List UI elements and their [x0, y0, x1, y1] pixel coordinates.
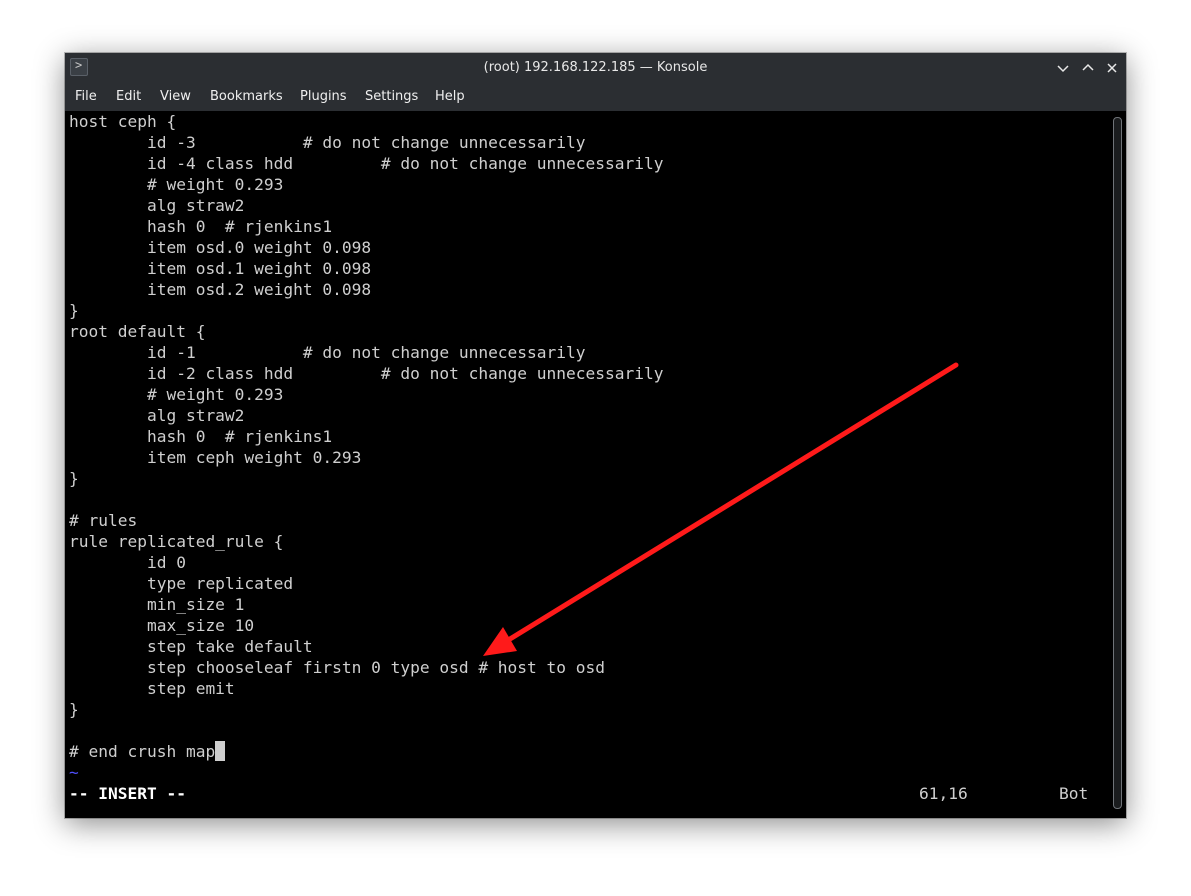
terminal-line: item osd.1 weight 0.098: [69, 259, 372, 278]
terminal-line: item ceph weight 0.293: [69, 448, 362, 467]
vim-mode-indicator: -- INSERT --: [69, 784, 186, 803]
menu-help[interactable]: Help: [435, 89, 465, 104]
terminal-line: # rules: [69, 511, 138, 530]
terminal-line-cursor: # end crush map: [69, 741, 226, 762]
terminal-area[interactable]: host ceph { id -3 # do not change unnece…: [65, 111, 1110, 818]
terminal-line: step take default: [69, 637, 313, 656]
menu-bar: File Edit View Bookmarks Plugins Setting…: [65, 83, 1126, 111]
scroll-position: Bot: [1059, 784, 1089, 803]
menu-edit[interactable]: Edit: [116, 89, 141, 104]
terminal-line: }: [69, 301, 79, 320]
terminal-line: alg straw2: [69, 406, 245, 425]
menu-bookmarks[interactable]: Bookmarks: [210, 89, 283, 104]
menu-file[interactable]: File: [75, 89, 97, 104]
terminal-line: step emit: [69, 679, 235, 698]
terminal-line: root default {: [69, 322, 206, 341]
menu-settings[interactable]: Settings: [365, 89, 418, 104]
konsole-window: > (root) 192.168.122.185 — Konsole File …: [65, 53, 1126, 818]
terminal-line: hash 0 # rjenkins1: [69, 217, 333, 236]
terminal-line: # weight 0.293: [69, 385, 284, 404]
terminal-line: id -2 class hdd # do not change unnecess…: [69, 364, 664, 383]
terminal-line: item osd.0 weight 0.098: [69, 238, 372, 257]
terminal-line: step chooseleaf firstn 0 type osd # host…: [69, 658, 606, 677]
terminal-line: # weight 0.293: [69, 175, 284, 194]
terminal-line: type replicated: [69, 574, 294, 593]
terminal-line: alg straw2: [69, 196, 245, 215]
terminal-line: max_size 10: [69, 616, 255, 635]
terminal-line: host ceph {: [69, 112, 177, 131]
maximize-button[interactable]: [1077, 57, 1099, 79]
terminal-line: id 0: [69, 553, 186, 572]
terminal-line: }: [69, 469, 79, 488]
scrollbar-thumb[interactable]: [1113, 117, 1122, 809]
close-button[interactable]: [1101, 57, 1123, 79]
chevron-up-icon: [1082, 63, 1094, 71]
minimize-button[interactable]: [1052, 57, 1074, 79]
title-bar[interactable]: > (root) 192.168.122.185 — Konsole: [65, 53, 1126, 83]
menu-view[interactable]: View: [160, 89, 191, 104]
terminal-line: item osd.2 weight 0.098: [69, 280, 372, 299]
terminal-line: }: [69, 700, 79, 719]
terminal-line: rule replicated_rule {: [69, 532, 284, 551]
text-cursor: [215, 741, 226, 761]
terminal-line: min_size 1: [69, 595, 245, 614]
terminal-line: id -3 # do not change unnecessarily: [69, 133, 586, 152]
window-title: (root) 192.168.122.185 — Konsole: [483, 60, 708, 75]
terminal-line-text: # end crush map: [69, 742, 216, 761]
empty-line-tilde: ~: [69, 763, 79, 782]
terminal-line: hash 0 # rjenkins1: [69, 427, 333, 446]
cursor-position: 61,16: [919, 784, 968, 803]
vertical-scrollbar[interactable]: [1110, 111, 1126, 818]
menu-plugins[interactable]: Plugins: [300, 89, 347, 104]
terminal-line: id -1 # do not change unnecessarily: [69, 343, 586, 362]
close-icon: [1107, 63, 1117, 73]
chevron-down-icon: [1057, 65, 1069, 73]
terminal-line: id -4 class hdd # do not change unnecess…: [69, 154, 664, 173]
